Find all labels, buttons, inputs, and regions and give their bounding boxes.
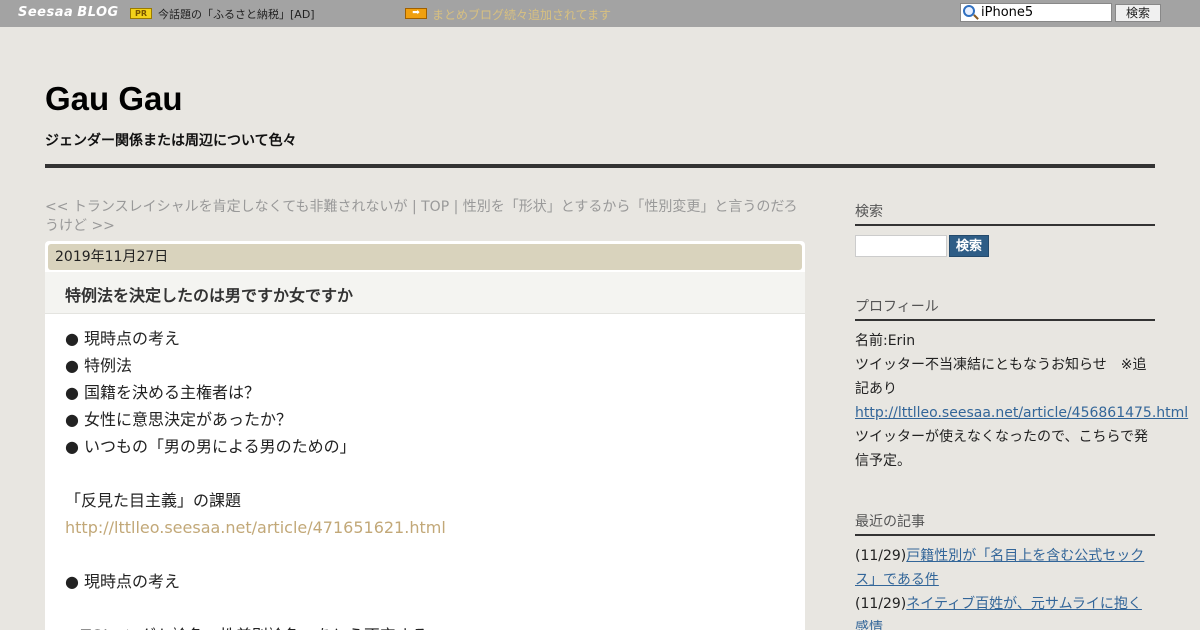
header-divider	[45, 164, 1155, 168]
sidebar-search-input[interactable]	[855, 235, 947, 257]
pr-ad-link[interactable]: 今話題の「ふるさと納税」[AD]	[158, 6, 315, 22]
logo-seesaa-text: Seesaa	[18, 5, 74, 20]
top-search-button[interactable]: 検索	[1115, 4, 1161, 22]
notice-link[interactable]: まとめブログ続々追加されてます	[432, 6, 611, 23]
profile-name: 名前:Erin	[855, 333, 916, 349]
body-line: 「反見た目主義」の課題	[65, 491, 242, 510]
article-navigation[interactable]: << トランスレイシャルを肯定しなくても非難されないが | TOP | 性別を「…	[45, 198, 810, 236]
body-line	[65, 541, 795, 568]
body-line: ● 現時点の考え	[65, 329, 181, 348]
site-title[interactable]: Gau Gau	[45, 80, 183, 118]
sidebar-search-heading: 検索	[855, 201, 1155, 226]
sidebar-profile-heading: プロフィール	[855, 296, 1155, 321]
article-date: 2019年11月27日	[48, 244, 802, 270]
article-link[interactable]: http://lttlleo.seesaa.net/article/471651…	[65, 514, 795, 541]
list-item: (11/29)戸籍性別が「名目上を含む公式セックス」である件	[855, 544, 1155, 592]
profile-text: ツイッター不当凍結にともなうお知らせ ※追記あり	[855, 357, 1147, 397]
sidebar-search-button[interactable]: 検索	[949, 235, 989, 257]
logo-blog-text: BLOG	[77, 5, 119, 20]
pr-badge: PR	[130, 8, 152, 19]
body-line: ・TGIハングト論争、性差別論争、をとう否定する...	[65, 622, 795, 630]
profile-section: 名前:Erin ツイッター不当凍結にともなうお知らせ ※追記あり http://…	[855, 329, 1188, 473]
profile-text: ツイッターが使えなくなったので、こちらで発信予定。	[855, 429, 1149, 469]
recent-date: (11/29)	[855, 596, 907, 612]
body-line: ● 女性に意思決定があったか？	[65, 410, 293, 429]
body-line: ● いつもの「男の男による男のための」	[65, 437, 356, 456]
recent-articles-list: (11/29)戸籍性別が「名目上を含む公式セックス」である件 (11/29)ネイ…	[855, 544, 1155, 630]
top-search-input[interactable]: iPhone5	[960, 3, 1112, 22]
sidebar-recent-heading: 最近の記事	[855, 511, 1155, 536]
profile-link[interactable]: http://lttlleo.seesaa.net/article/456861…	[855, 401, 1188, 425]
seesaa-blog-logo[interactable]: Seesaa BLOG	[18, 5, 119, 20]
list-item: (11/29)ネイティブ百姓が、元サムライに抱く感情	[855, 592, 1155, 630]
arrow-right-icon: ➡	[405, 8, 427, 19]
magnifier-icon	[963, 5, 975, 17]
body-line	[65, 595, 795, 622]
recent-date: (11/29)	[855, 548, 907, 564]
body-line	[65, 460, 795, 487]
article-title[interactable]: 特例法を決定したのは男ですか女ですか	[65, 282, 353, 306]
site-description: ジェンダー関係または周辺について色々	[45, 133, 297, 149]
body-line: ● 国籍を決める主権者は？	[65, 383, 261, 402]
body-line: ● 特例法	[65, 356, 133, 375]
body-line: ● 現時点の考え	[65, 572, 181, 591]
article-body: ● 現時点の考え ● 特例法 ● 国籍を決める主権者は？ ● 女性に意思決定があ…	[65, 325, 795, 630]
